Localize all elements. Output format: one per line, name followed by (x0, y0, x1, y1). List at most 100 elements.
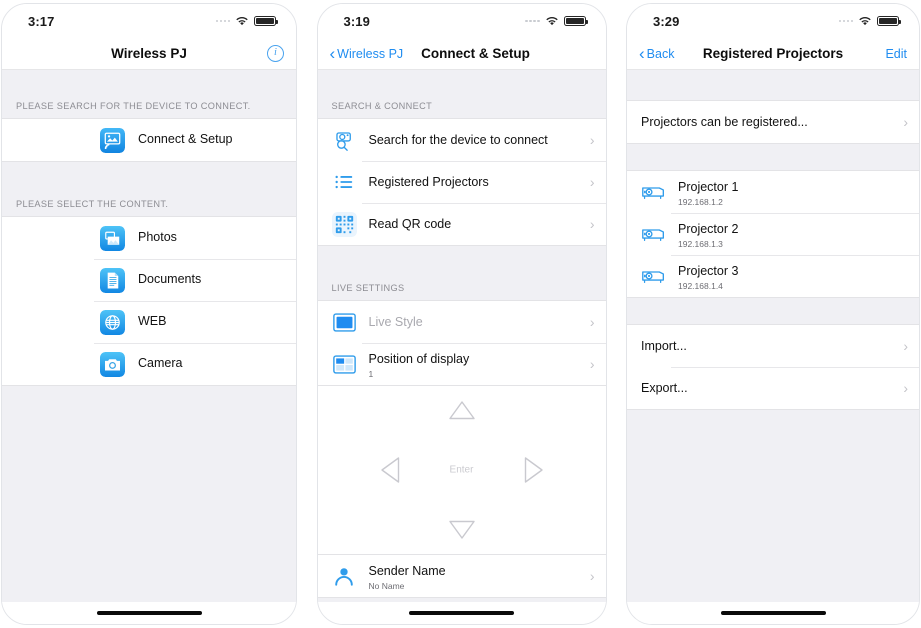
signal-dots-icon (525, 19, 540, 23)
projector-search-icon (332, 128, 357, 153)
row-import[interactable]: Import... › (627, 325, 919, 367)
connect-setup-icon (100, 127, 125, 153)
row-photos[interactable]: Photos (2, 217, 296, 259)
triangle-up-icon[interactable] (448, 400, 475, 420)
content-scroll[interactable]: SEARCH & CONNECT Search for the device t… (317, 70, 606, 602)
row-web[interactable]: WEB (2, 301, 296, 343)
row-live-style[interactable]: Live Style › (317, 301, 606, 343)
chevron-right-icon: › (589, 568, 595, 584)
row-read-qr[interactable]: Read QR code › (317, 203, 606, 245)
row-label: Position of display (368, 351, 470, 366)
row-connect-setup[interactable]: Connect & Setup (2, 119, 296, 161)
row-projectors-can-be-registered[interactable]: Projectors can be registered... › (627, 101, 919, 143)
row-label: Photos (138, 230, 177, 245)
row-documents[interactable]: Documents (2, 259, 296, 301)
spacer (2, 162, 296, 182)
position-of-display-icon (332, 352, 357, 377)
row-label: Projectors can be registered... (641, 115, 808, 129)
section-header-search-connect: SEARCH & CONNECT (317, 84, 606, 118)
content-scroll[interactable]: PLEASE SEARCH FOR THE DEVICE TO CONNECT. (2, 70, 296, 602)
dpad-control[interactable]: Enter (317, 386, 606, 554)
qr-code-icon (331, 211, 357, 237)
chevron-right-icon: › (589, 216, 595, 232)
person-icon (332, 564, 357, 589)
spacer (627, 144, 919, 170)
camera-icon (100, 351, 125, 377)
row-label: Projector 2 (678, 221, 739, 236)
row-camera[interactable]: Camera (2, 343, 296, 385)
row-label: Read QR code (368, 217, 452, 231)
home-indicator-area (2, 602, 296, 624)
group-content: Photos Documents WEB Camera (2, 216, 296, 386)
row-position-of-display[interactable]: Position of display 1 › (317, 343, 606, 385)
row-sublabel: 1 (368, 368, 374, 379)
group-projector-list: Projector 1 192.168.1.2 Projector 2 192.… (627, 170, 919, 298)
status-time: 3:29 (653, 13, 680, 29)
battery-icon (254, 15, 278, 27)
info-circle-icon: i (267, 45, 284, 62)
battery-icon (877, 15, 901, 27)
status-indicators (215, 15, 278, 27)
row-search-device[interactable]: Search for the device to connect › (317, 119, 606, 161)
chevron-right-icon: › (589, 174, 595, 190)
chevron-right-icon: › (903, 114, 908, 130)
wifi-icon (235, 16, 249, 26)
edit-button[interactable]: Edit (885, 47, 907, 61)
chevron-left-icon: ‹ (329, 44, 336, 63)
home-indicator-area (317, 602, 606, 624)
row-projector[interactable]: Projector 2 192.168.1.3 (627, 213, 919, 255)
row-label: Registered Projectors (368, 175, 489, 189)
spacer (627, 298, 919, 324)
phone-screen-connect-setup: 3:19 ‹ Wireless PJ Connect & Setup SEARC… (316, 3, 607, 625)
row-export[interactable]: Export... › (627, 367, 919, 409)
row-label: WEB (138, 314, 167, 329)
home-indicator[interactable] (409, 611, 514, 615)
row-sender-name[interactable]: Sender Name No Name › (317, 555, 606, 597)
nav-bar: Wireless PJ i (2, 38, 296, 70)
live-style-icon (332, 310, 357, 335)
home-indicator[interactable] (720, 611, 826, 615)
signal-dots-icon (838, 19, 853, 23)
enter-label[interactable]: Enter (318, 465, 606, 476)
spacer (317, 70, 606, 84)
info-button[interactable]: i (267, 45, 284, 62)
section-header-live-settings: LIVE SETTINGS (317, 266, 606, 300)
row-label: Live Style (368, 315, 423, 329)
status-time: 3:17 (28, 13, 55, 29)
projector-icon (641, 264, 666, 289)
chevron-right-icon: › (589, 132, 595, 148)
triangle-right-icon[interactable] (524, 457, 544, 484)
section-header-search: PLEASE SEARCH FOR THE DEVICE TO CONNECT. (2, 84, 296, 118)
back-button[interactable]: ‹ Back (639, 45, 674, 62)
row-projector[interactable]: Projector 1 192.168.1.2 (627, 171, 919, 213)
row-projector[interactable]: Projector 3 192.168.1.4 (627, 255, 919, 297)
group-sender: Sender Name No Name › (317, 554, 606, 598)
phone-screen-registered-projectors: 3:29 ‹ Back Registered Projectors Edit P… (626, 3, 920, 625)
empty-area (627, 410, 919, 602)
section-header-content: PLEASE SELECT THE CONTENT. (2, 182, 296, 216)
status-bar: 3:19 (317, 4, 606, 38)
screenshot-canvas: 3:17 Wireless PJ i PLEASE SEARCH FOR THE… (0, 0, 921, 628)
group-register-hint: Projectors can be registered... › (627, 100, 919, 144)
back-label: Back (646, 46, 675, 61)
battery-icon (563, 15, 588, 27)
row-sublabel: 192.168.1.3 (678, 238, 723, 249)
content-scroll[interactable]: Projectors can be registered... › Projec… (627, 70, 919, 602)
wifi-icon (545, 16, 559, 26)
group-live-settings: Live Style › Position of display 1 › (317, 300, 606, 386)
triangle-down-icon[interactable] (448, 520, 475, 540)
group-connect: Connect & Setup (2, 118, 296, 162)
row-label: Documents (138, 272, 202, 287)
chevron-right-icon: › (589, 314, 595, 330)
photos-icon (100, 225, 125, 251)
row-label: Camera (138, 356, 183, 371)
status-indicators (525, 15, 588, 27)
row-registered-projectors[interactable]: Registered Projectors › (317, 161, 606, 203)
home-indicator[interactable] (96, 611, 202, 615)
row-sublabel: 192.168.1.2 (678, 196, 723, 207)
projector-icon (641, 222, 666, 247)
list-icon (332, 170, 357, 195)
back-button[interactable]: ‹ Wireless PJ (330, 45, 404, 62)
spacer (627, 70, 919, 100)
row-label: Export... (641, 381, 688, 395)
